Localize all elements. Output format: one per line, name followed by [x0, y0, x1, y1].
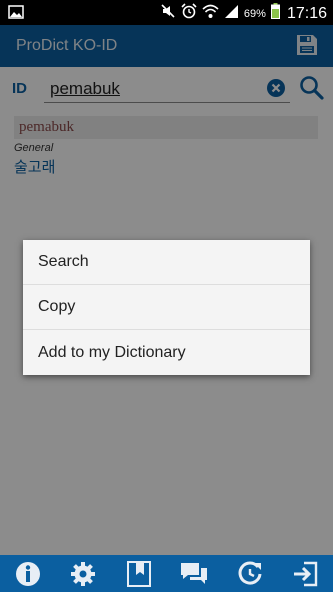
context-menu: Search Copy Add to my Dictionary	[23, 240, 310, 375]
status-time: 17:16	[286, 4, 327, 22]
exit-icon[interactable]	[290, 559, 320, 589]
alarm-icon	[181, 3, 197, 24]
menu-item-add-to-dictionary[interactable]: Add to my Dictionary	[23, 330, 310, 375]
signal-icon	[224, 4, 239, 24]
info-icon[interactable]	[13, 559, 43, 589]
bottom-toolbar	[0, 555, 333, 592]
menu-item-search[interactable]: Search	[23, 240, 310, 285]
battery-icon	[270, 3, 280, 24]
bookmark-icon[interactable]	[124, 559, 154, 589]
settings-gear-icon[interactable]	[68, 559, 98, 589]
status-bar: 69% 17:16	[0, 0, 333, 25]
wifi-icon	[202, 3, 219, 24]
gallery-notification-icon	[8, 5, 24, 24]
menu-item-copy[interactable]: Copy	[23, 285, 310, 330]
mute-icon	[160, 3, 176, 24]
history-icon[interactable]	[235, 559, 265, 589]
chat-icon[interactable]	[179, 559, 209, 589]
battery-percent: 69%	[243, 7, 266, 20]
